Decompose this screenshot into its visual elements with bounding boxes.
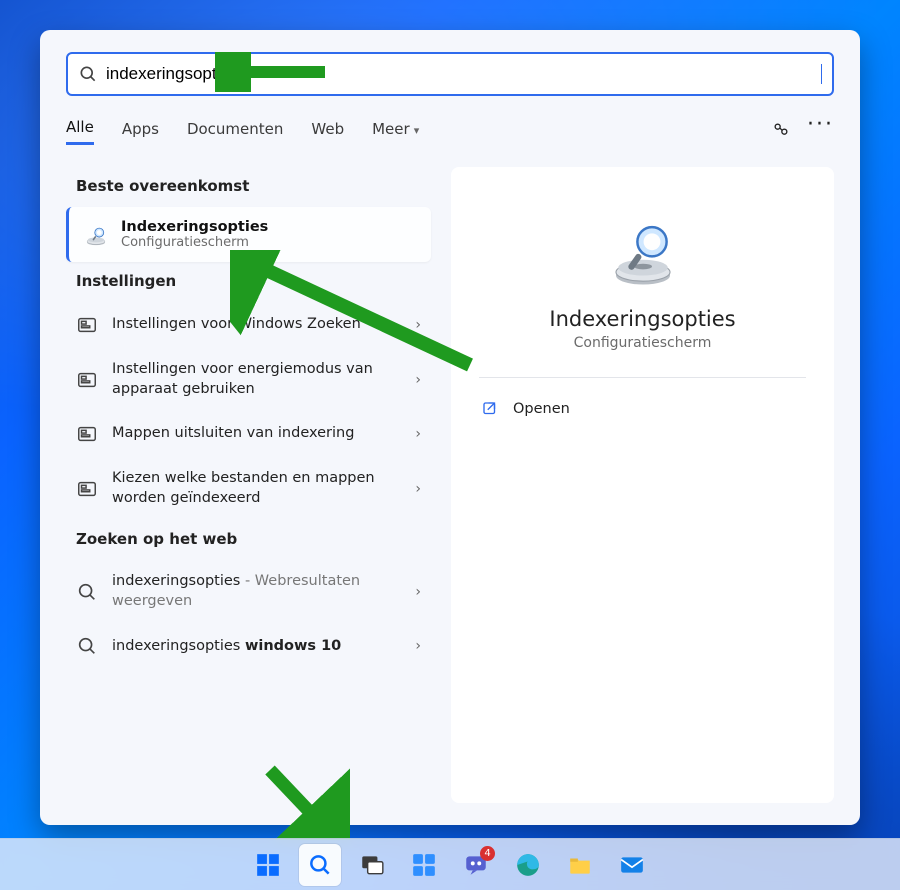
search-app-icon[interactable] bbox=[771, 120, 791, 144]
search-box[interactable] bbox=[66, 52, 834, 96]
web-suggestion-label: indexeringsopties - Webresultaten weerge… bbox=[112, 572, 415, 611]
web-suggestion[interactable]: indexeringsopties windows 10 › bbox=[66, 623, 431, 669]
search-input[interactable] bbox=[106, 64, 821, 84]
divider bbox=[479, 377, 806, 378]
indexing-options-icon bbox=[83, 222, 109, 248]
preview-title: Indexeringsopties bbox=[549, 307, 735, 331]
settings-item[interactable]: Instellingen voor energiemodus van appar… bbox=[66, 348, 431, 411]
filter-tabs: Alle Apps Documenten Web Meer▾ ··· bbox=[66, 118, 834, 145]
start-button[interactable] bbox=[247, 844, 289, 886]
web-suggestion-label: indexeringsopties windows 10 bbox=[112, 637, 415, 657]
chat-badge: 4 bbox=[480, 846, 495, 861]
chevron-right-icon: › bbox=[415, 481, 421, 497]
search-icon bbox=[76, 635, 98, 657]
settings-item-label: Instellingen voor energiemodus van appar… bbox=[112, 360, 415, 399]
indexing-options-icon bbox=[607, 217, 679, 289]
tab-more[interactable]: Meer▾ bbox=[372, 120, 419, 144]
settings-icon bbox=[76, 369, 98, 391]
task-view-button[interactable] bbox=[351, 844, 393, 886]
mail-button[interactable] bbox=[611, 844, 653, 886]
settings-item[interactable]: Kiezen welke bestanden en mappen worden … bbox=[66, 457, 431, 520]
chevron-right-icon: › bbox=[415, 372, 421, 388]
chevron-right-icon: › bbox=[415, 638, 421, 654]
settings-item[interactable]: Instellingen voor Windows Zoeken › bbox=[66, 302, 431, 348]
text-cursor bbox=[821, 64, 822, 84]
chevron-down-icon: ▾ bbox=[414, 124, 420, 137]
settings-item-label: Kiezen welke bestanden en mappen worden … bbox=[112, 469, 415, 508]
results-column: Beste overeenkomst Indexeringsopties Con… bbox=[66, 167, 431, 803]
file-explorer-button[interactable] bbox=[559, 844, 601, 886]
web-suggestion[interactable]: indexeringsopties - Webresultaten weerge… bbox=[66, 560, 431, 623]
preview-subtitle: Configuratiescherm bbox=[574, 335, 712, 351]
start-search-panel: Alle Apps Documenten Web Meer▾ ··· Beste… bbox=[40, 30, 860, 825]
chevron-right-icon: › bbox=[415, 584, 421, 600]
taskbar: 4 bbox=[0, 838, 900, 890]
tab-apps[interactable]: Apps bbox=[122, 120, 159, 144]
chat-button[interactable]: 4 bbox=[455, 844, 497, 886]
search-icon bbox=[76, 581, 98, 603]
settings-header: Instellingen bbox=[76, 272, 431, 290]
open-label: Openen bbox=[513, 401, 570, 417]
search-icon bbox=[78, 64, 98, 84]
best-match-result[interactable]: Indexeringsopties Configuratiescherm bbox=[66, 207, 431, 262]
more-options-icon[interactable]: ··· bbox=[807, 120, 834, 144]
tab-documents[interactable]: Documenten bbox=[187, 120, 283, 144]
chevron-right-icon: › bbox=[415, 317, 421, 333]
tab-all[interactable]: Alle bbox=[66, 118, 94, 145]
edge-button[interactable] bbox=[507, 844, 549, 886]
settings-icon bbox=[76, 478, 98, 500]
settings-item[interactable]: Mappen uitsluiten van indexering › bbox=[66, 411, 431, 457]
preview-pane: Indexeringsopties Configuratiescherm Ope… bbox=[451, 167, 834, 803]
best-match-subtitle: Configuratiescherm bbox=[121, 235, 268, 250]
widgets-button[interactable] bbox=[403, 844, 445, 886]
chevron-right-icon: › bbox=[415, 426, 421, 442]
settings-icon bbox=[76, 314, 98, 336]
settings-icon bbox=[76, 423, 98, 445]
tab-web[interactable]: Web bbox=[311, 120, 344, 144]
best-match-title: Indexeringsopties bbox=[121, 219, 268, 235]
settings-item-label: Instellingen voor Windows Zoeken bbox=[112, 315, 415, 335]
search-taskbar-button[interactable] bbox=[299, 844, 341, 886]
best-match-header: Beste overeenkomst bbox=[76, 177, 431, 195]
search-web-header: Zoeken op het web bbox=[76, 530, 431, 548]
settings-item-label: Mappen uitsluiten van indexering bbox=[112, 424, 415, 444]
open-action[interactable]: Openen bbox=[479, 396, 806, 422]
